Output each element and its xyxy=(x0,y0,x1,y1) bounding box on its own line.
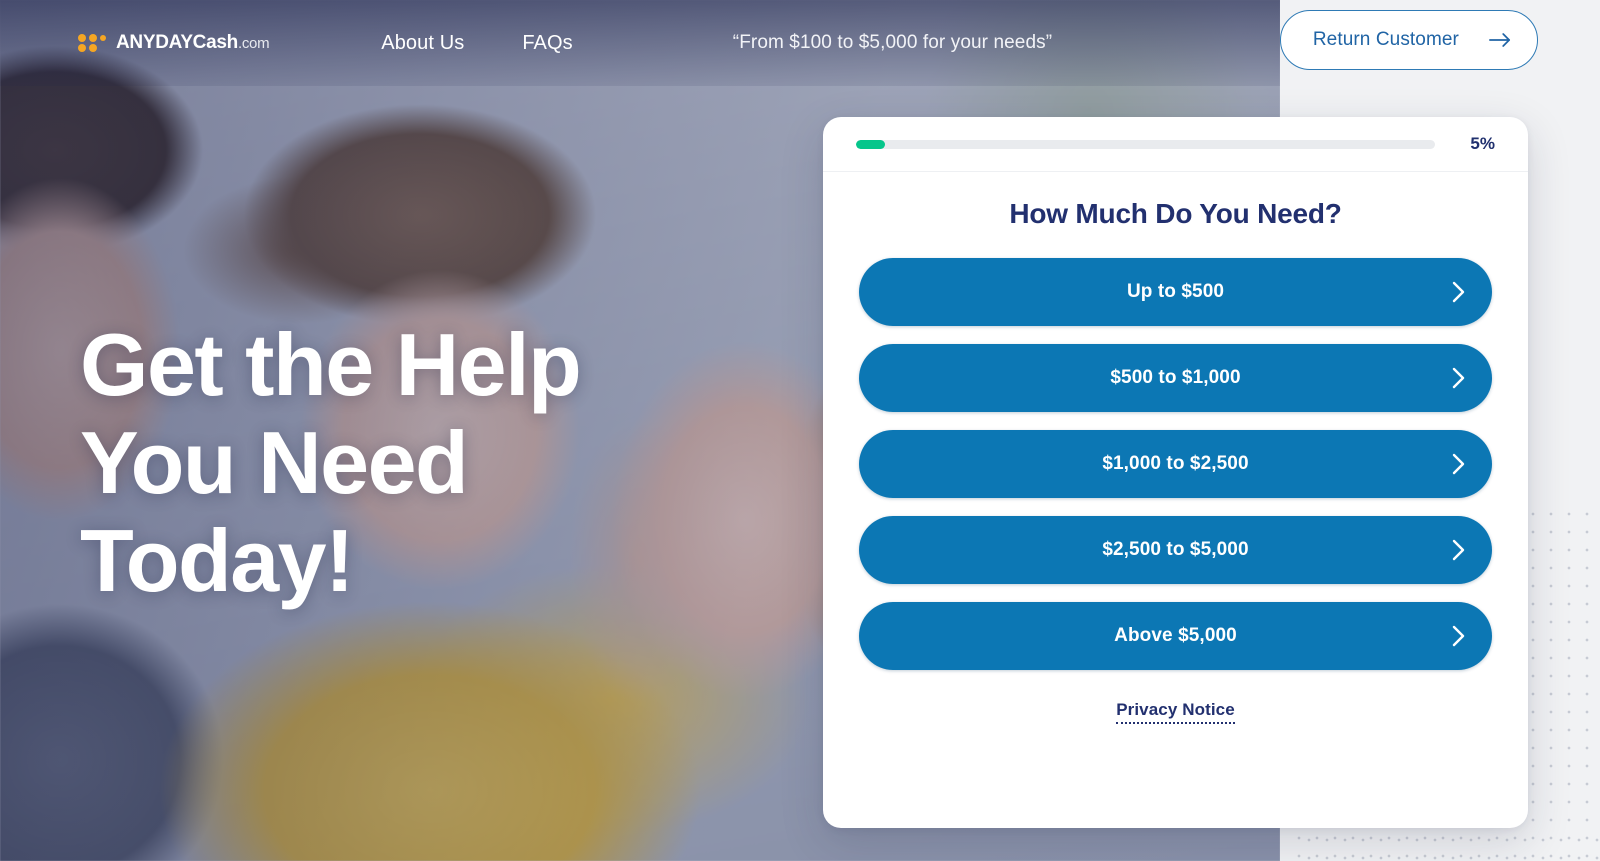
hero-heading-line-3: Today! xyxy=(80,511,354,610)
chevron-right-icon xyxy=(1452,281,1465,303)
option-above-5000[interactable]: Above $5,000 xyxy=(859,602,1492,670)
chevron-right-icon xyxy=(1452,539,1465,561)
option-label: $1,000 to $2,500 xyxy=(1102,453,1249,474)
page-title: Get the Help You Need Today! xyxy=(80,316,700,610)
main-nav: About Us FAQs xyxy=(381,32,573,55)
return-customer-button[interactable]: Return Customer xyxy=(1279,10,1538,70)
return-customer-label: Return Customer xyxy=(1312,29,1459,50)
site-header: ANYDAYCash.com About Us FAQs “From $100 … xyxy=(0,0,1600,86)
option-500-to-1000[interactable]: $500 to $1,000 xyxy=(859,344,1492,412)
privacy-notice-wrap: Privacy Notice xyxy=(859,700,1492,724)
privacy-notice-link[interactable]: Privacy Notice xyxy=(1116,700,1235,724)
header-tagline: “From $100 to $5,000 for your needs” xyxy=(732,32,1053,53)
chevron-right-icon xyxy=(1452,367,1465,389)
quiz-question-title: How Much Do You Need? xyxy=(1009,198,1342,229)
progress-row: 5% xyxy=(823,117,1528,172)
option-label: Up to $500 xyxy=(1126,281,1225,302)
option-2500-to-5000[interactable]: $2,500 to $5,000 xyxy=(859,516,1492,584)
brand-name-tld: .com xyxy=(237,35,270,52)
option-label: $500 to $1,000 xyxy=(1110,367,1241,388)
quiz-card-body: How Much Do You Need? Up to $500 $500 to… xyxy=(823,172,1528,828)
hero-heading-line-1: Get the Help xyxy=(80,315,582,414)
chevron-right-icon xyxy=(1452,453,1465,475)
orange-dots-logo-icon xyxy=(78,33,107,53)
brand-name: ANYDAYCash.com xyxy=(116,32,270,54)
brand-name-main: ANYDAYCash xyxy=(116,32,238,53)
progress-bar-fill xyxy=(856,139,885,149)
option-label: Above $5,000 xyxy=(1114,625,1237,646)
brand-logo[interactable]: ANYDAYCash.com xyxy=(78,32,270,54)
hero-heading-line-2: You Need xyxy=(80,413,469,512)
nav-item-about-us[interactable]: About Us xyxy=(381,32,464,55)
landing-page: Get the Help You Need Today! ANYDAYCash.… xyxy=(0,0,1600,861)
dot-pattern-bottom xyxy=(1300,831,1600,861)
quiz-card: 5% How Much Do You Need? Up to $500 $500… xyxy=(823,117,1528,828)
nav-item-faqs[interactable]: FAQs xyxy=(522,32,572,55)
chevron-right-icon xyxy=(1452,625,1465,647)
arrow-right-icon xyxy=(1489,32,1511,48)
progress-bar xyxy=(856,139,1435,149)
option-1000-to-2500[interactable]: $1,000 to $2,500 xyxy=(859,430,1492,498)
quiz-options-list: Up to $500 $500 to $1,000 $1,000 to $2,5… xyxy=(859,258,1492,670)
option-label: $2,500 to $5,000 xyxy=(1102,539,1249,560)
option-up-to-500[interactable]: Up to $500 xyxy=(859,258,1492,326)
progress-percent-label: 5% xyxy=(1470,134,1495,153)
